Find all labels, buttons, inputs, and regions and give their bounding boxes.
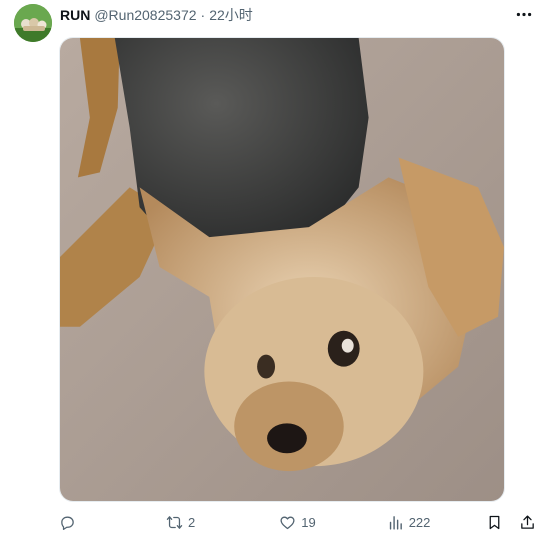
views-count: 222 <box>408 514 431 530</box>
reply-button[interactable] <box>59 514 81 531</box>
author-handle[interactable]: @Run20825372 <box>94 7 196 23</box>
avatar[interactable] <box>14 4 52 42</box>
retweet-button[interactable]: 2 <box>166 514 195 531</box>
retweet-icon <box>166 515 183 529</box>
avatar-image <box>14 4 52 42</box>
heart-icon <box>280 516 295 529</box>
author-name[interactable]: RUN <box>60 7 90 23</box>
share-button[interactable] <box>519 514 536 531</box>
tweet-timestamp[interactable]: 22小时 <box>209 5 253 25</box>
like-button[interactable]: 19 <box>279 514 316 531</box>
views-button[interactable]: 222 <box>387 514 431 531</box>
separator-dot: · <box>200 7 206 23</box>
tweet-card: RUN @Run20825372 · 22小时 2 19 222 <box>0 0 550 534</box>
reply-icon <box>61 516 74 530</box>
tweet-actions-bar: 2 19 222 <box>59 512 536 532</box>
bookmark-button[interactable] <box>486 514 503 531</box>
tweet-media-image[interactable] <box>59 37 505 502</box>
bookmark-icon <box>489 515 500 529</box>
views-icon <box>389 515 402 530</box>
dog-photo <box>60 38 504 501</box>
tweet-header: RUN @Run20825372 · 22小时 <box>60 6 253 24</box>
retweet-count: 2 <box>188 514 196 530</box>
more-horizontal-icon <box>516 12 532 16</box>
share-icon <box>521 514 534 529</box>
more-options-button[interactable] <box>514 8 534 20</box>
like-count: 19 <box>301 514 316 530</box>
